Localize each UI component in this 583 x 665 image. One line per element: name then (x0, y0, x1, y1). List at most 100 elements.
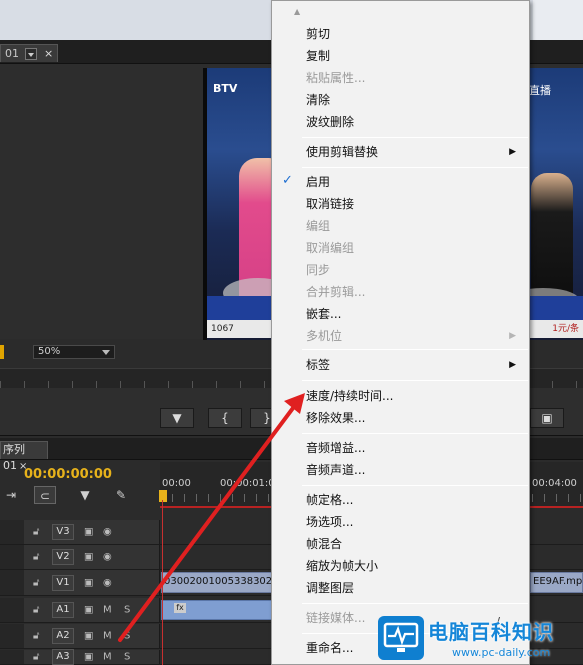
menu-item-clear[interactable]: 清除 (306, 89, 516, 111)
menu-separator (302, 137, 528, 138)
submenu-arrow-icon: ▶ (509, 331, 516, 341)
track-name[interactable]: A3 (52, 649, 74, 665)
menu-item-ungroup: 取消编组 (306, 241, 355, 255)
marker-icon[interactable]: ▼ (74, 486, 96, 504)
track-name[interactable]: A1 (52, 602, 74, 618)
timeline-sequence-tab[interactable]: 序列 01 × (0, 441, 48, 472)
menu-separator (302, 380, 528, 381)
eye-icon[interactable]: ◉ (103, 552, 112, 563)
menu-separator (302, 603, 528, 604)
track-header: 🔓︎ A1 ▣ M S (0, 598, 160, 622)
menu-item-multi-camera: 多机位 ▶ (306, 325, 516, 347)
track-header: 🔓︎ V2 ▣ ◉ (0, 545, 160, 569)
menu-item-frame-hold[interactable]: 帧定格... (306, 489, 516, 511)
eye-icon[interactable]: ◉ (103, 577, 112, 588)
program-tab-label: 01 (5, 47, 19, 60)
track-header: 🔓︎ V3 ▣ ◉ (0, 520, 160, 544)
track-header: 🔓︎ V1 ▣ ◉ (0, 570, 160, 595)
mute-button[interactable]: M (103, 631, 112, 642)
menu-separator (302, 167, 528, 168)
track-header: 🔓︎ A3 ▣ M S (0, 649, 160, 665)
track-target-area[interactable] (0, 545, 24, 569)
fx-badge: fx (174, 603, 186, 613)
menu-item-label: 标签 (306, 358, 331, 372)
video-clip-right[interactable]: EE9AF.mp4 (530, 572, 583, 593)
menu-item-label: 使用剪辑替换 (306, 145, 379, 159)
ticker-price: 1元/条 (552, 324, 579, 334)
menu-item-adjustment-layer[interactable]: 调整图层 (306, 577, 516, 599)
ticker-left-text: 1067 (211, 324, 234, 334)
lock-icon[interactable]: 🔓︎ (33, 577, 39, 588)
snap-icon[interactable]: ⊂ (34, 486, 56, 504)
chevron-down-icon[interactable] (25, 47, 37, 60)
film-icon[interactable]: ▣ (84, 605, 93, 616)
menu-item-frame-blend[interactable]: 帧混合 (306, 533, 516, 555)
lock-icon[interactable]: 🔓︎ (33, 605, 39, 616)
menu-item-nest[interactable]: 嵌套... (306, 303, 516, 325)
menu-item-field-options[interactable]: 场选项... (306, 511, 516, 533)
solo-button[interactable]: S (124, 652, 130, 663)
menu-item-copy[interactable]: 复制 (306, 45, 516, 67)
track-target-area[interactable] (0, 520, 24, 544)
eye-icon[interactable]: ◉ (103, 527, 112, 538)
menu-item-label-submenu[interactable]: 标签 ▶ (306, 354, 516, 376)
menu-item-replace-with-clip[interactable]: 使用剪辑替换 ▶ (306, 141, 516, 163)
track-target-area[interactable] (0, 624, 24, 648)
lock-icon[interactable]: 🔓︎ (33, 631, 39, 642)
context-menu: ▲ 剪切 复制 粘贴属性... 清除 波纹删除 使用剪辑替换 ▶ ✓ 启用 取消… (271, 0, 530, 665)
track-target-area[interactable] (0, 570, 24, 595)
solo-button[interactable]: S (124, 605, 130, 616)
scroll-up-icon[interactable]: ▲ (294, 7, 300, 16)
submenu-arrow-icon: ▶ (509, 360, 516, 370)
lock-icon[interactable]: 🔓︎ (33, 652, 39, 663)
mute-button[interactable]: M (103, 605, 112, 616)
monitor-logo-icon (378, 616, 424, 660)
menu-item-synchronize: 同步 (306, 263, 331, 277)
insert-icon[interactable]: ⇥ (0, 486, 22, 504)
menu-item-audio-gain[interactable]: 音频增益... (306, 437, 516, 459)
menu-item-scale-to-frame-size[interactable]: 缩放为帧大小 (306, 555, 516, 577)
menu-item-cut[interactable]: 剪切 (306, 23, 516, 45)
track-target-area[interactable] (0, 598, 24, 622)
watermark: 电脑百科知识 www.pc-daily.com (372, 612, 583, 665)
film-icon[interactable]: ▣ (84, 652, 93, 663)
menu-item-label: 多机位 (306, 329, 343, 343)
video-clip[interactable]: 03002001005338302B (161, 572, 273, 593)
lock-icon[interactable]: 🔓︎ (33, 527, 39, 538)
checkmark-icon: ✓ (282, 173, 293, 188)
track-name[interactable]: A2 (52, 628, 74, 644)
menu-separator (302, 485, 528, 486)
solo-button[interactable]: S (124, 631, 130, 642)
wrench-icon[interactable]: ✎ (110, 486, 132, 504)
zoom-select[interactable]: 50% (33, 345, 115, 359)
playhead-handle[interactable] (159, 490, 167, 502)
mark-in-button[interactable]: { (208, 408, 242, 428)
menu-item-ripple-delete[interactable]: 波纹删除 (306, 111, 516, 133)
track-name[interactable]: V1 (52, 574, 74, 591)
menu-item-unlink[interactable]: 取消链接 (306, 193, 516, 215)
news-anchor-right (531, 173, 573, 303)
menu-item-enable[interactable]: 启用 (306, 171, 516, 193)
timeline-timecode[interactable]: 00:00:00:00 (24, 467, 112, 482)
film-icon[interactable]: ▣ (84, 577, 93, 588)
menu-item-paste-attributes: 粘贴属性... (306, 71, 366, 85)
menu-item-group: 编组 (306, 219, 331, 233)
watermark-title: 电脑百科知识 (428, 620, 554, 644)
timecode-edge (0, 345, 4, 359)
track-target-area[interactable] (0, 650, 24, 664)
mute-button[interactable]: M (103, 652, 112, 663)
menu-item-audio-channels[interactable]: 音频声道... (306, 459, 516, 481)
menu-item-remove-effects[interactable]: 移除效果... (306, 407, 516, 429)
close-icon[interactable]: × (44, 47, 53, 60)
add-marker-button[interactable]: ▼ (160, 408, 194, 428)
film-icon[interactable]: ▣ (84, 552, 93, 563)
lock-icon[interactable]: 🔓︎ (33, 552, 39, 563)
film-icon[interactable]: ▣ (84, 527, 93, 538)
track-name[interactable]: V2 (52, 549, 74, 565)
film-icon[interactable]: ▣ (84, 631, 93, 642)
menu-item-speed-duration[interactable]: 速度/持续时间... (306, 385, 516, 407)
track-name[interactable]: V3 (52, 524, 74, 540)
menu-separator (302, 349, 528, 350)
window-top-right (533, 0, 583, 40)
export-frame-button[interactable]: ▣ (530, 408, 564, 428)
